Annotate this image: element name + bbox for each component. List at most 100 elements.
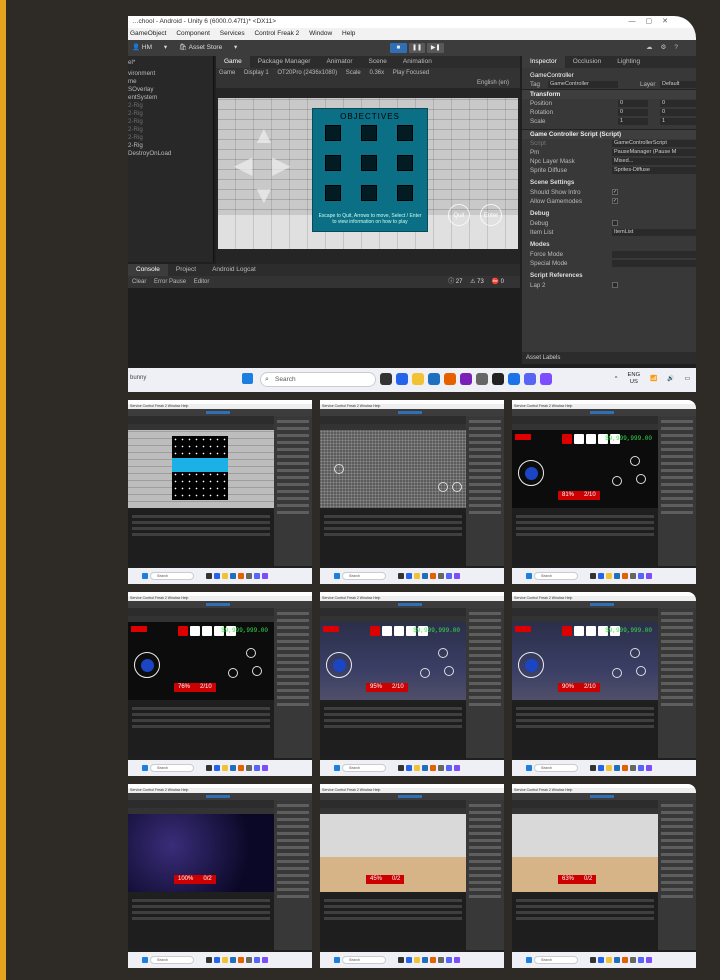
tray-chevron-icon[interactable]: ^ bbox=[615, 376, 618, 383]
wifi-icon[interactable]: 📶 bbox=[650, 376, 657, 383]
error-pause-button[interactable]: Error Pause bbox=[154, 279, 186, 285]
transform-header[interactable]: Transform bbox=[522, 89, 696, 99]
action-button[interactable] bbox=[636, 666, 646, 676]
gamemodes-checkbox[interactable]: ✓ bbox=[612, 198, 618, 204]
joystick[interactable] bbox=[518, 460, 544, 486]
tab-package-manager[interactable]: Package Manager bbox=[250, 56, 319, 68]
editor-thumbnail[interactable]: Service Control Freak 2 Window Help $9,99… bbox=[512, 592, 696, 776]
action-button[interactable] bbox=[612, 668, 622, 678]
lap-checkbox[interactable] bbox=[612, 282, 618, 288]
firefox-icon[interactable] bbox=[444, 373, 456, 385]
inventory-slot[interactable] bbox=[370, 626, 380, 636]
editor-thumbnail[interactable]: Service Control Freak 2 Window Help $9,99… bbox=[320, 592, 504, 776]
arrow-up-icon[interactable]: ▲ bbox=[252, 124, 276, 148]
play-mode-dropdown[interactable]: Play Focused bbox=[393, 70, 429, 76]
tab-game[interactable]: Game bbox=[216, 56, 250, 68]
field-value[interactable]: Sprites-Diffuse bbox=[612, 167, 696, 174]
tab-android-logcat[interactable]: Android Logcat bbox=[204, 264, 264, 276]
inventory-slot[interactable] bbox=[586, 434, 596, 444]
tab-inspector[interactable]: Inspector bbox=[522, 56, 565, 68]
language-indicator[interactable]: ENG US bbox=[628, 372, 641, 386]
action-button[interactable] bbox=[420, 668, 430, 678]
inventory-slot[interactable] bbox=[586, 626, 596, 636]
inventory-slot[interactable] bbox=[190, 626, 200, 636]
visual-studio-icon[interactable] bbox=[540, 373, 552, 385]
arrow-right-icon[interactable]: ▶ bbox=[272, 154, 290, 178]
editor-thumbnail[interactable]: Service Control Freak 2 Window Help Searc… bbox=[320, 400, 504, 584]
inventory-slot[interactable] bbox=[562, 626, 572, 636]
layer-dropdown[interactable]: Default bbox=[660, 81, 696, 88]
hier-item[interactable]: 2-Rig bbox=[128, 118, 213, 126]
action-button[interactable] bbox=[252, 666, 262, 676]
unity-icon[interactable] bbox=[492, 373, 504, 385]
tab-occlusion[interactable]: Occlusion bbox=[565, 56, 610, 68]
editor-thumbnail[interactable]: Service Control Freak 2 Window Help Searc… bbox=[128, 400, 312, 584]
menu-control-freak[interactable]: Control Freak 2 bbox=[254, 30, 299, 37]
action-button[interactable] bbox=[246, 648, 256, 658]
clear-button[interactable]: Clear bbox=[132, 279, 146, 285]
menu-component[interactable]: Component bbox=[176, 30, 210, 37]
game-view[interactable]: ▲ ◀ ▶ ▼ OBJECTIVES Escape to Quit, Arrow… bbox=[218, 98, 518, 249]
editor-thumbnail[interactable]: Service Control Freak 2 Window Help 63% 0/… bbox=[512, 784, 696, 968]
thumb-button[interactable] bbox=[334, 464, 344, 474]
object-name[interactable]: GameController bbox=[522, 71, 696, 80]
objective-slot[interactable] bbox=[397, 155, 413, 171]
menu-gameobject[interactable]: GameObject bbox=[130, 30, 167, 37]
window-controls[interactable]: —▢✕ bbox=[629, 16, 678, 28]
system-tray[interactable]: ^ ENG US 📶 🔊 ▭ bbox=[615, 372, 690, 386]
hier-item[interactable]: DestroyOnLoad bbox=[128, 150, 213, 158]
rotation-x[interactable]: 0 bbox=[618, 109, 648, 116]
inventory-slot[interactable] bbox=[574, 626, 584, 636]
game-mode-dropdown[interactable]: Game bbox=[219, 70, 235, 76]
resolution-dropdown[interactable]: OT20Pro (2436x1080) bbox=[277, 70, 337, 76]
discord-icon[interactable] bbox=[524, 373, 536, 385]
inventory-slot[interactable] bbox=[574, 434, 584, 444]
pause-button[interactable]: ❚❚ bbox=[408, 43, 426, 53]
taskbar-search[interactable]: ⌕ Search bbox=[260, 372, 376, 387]
account-button[interactable]: 👤 HM ▾ bbox=[132, 44, 167, 51]
asset-labels[interactable]: Asset Labels bbox=[522, 352, 696, 364]
arrow-down-icon[interactable]: ▼ bbox=[252, 184, 276, 208]
item-list-value[interactable]: ItemList bbox=[612, 229, 696, 236]
windows-start-icon[interactable] bbox=[242, 373, 253, 384]
task-view-icon[interactable] bbox=[380, 373, 392, 385]
battery-icon[interactable]: ▭ bbox=[685, 376, 690, 383]
position-y[interactable]: 0 bbox=[660, 100, 696, 107]
intro-checkbox[interactable]: ✓ bbox=[612, 189, 618, 195]
inventory-slot[interactable] bbox=[382, 626, 392, 636]
action-button[interactable] bbox=[630, 648, 640, 658]
joystick[interactable] bbox=[134, 652, 160, 678]
store-icon[interactable] bbox=[428, 373, 440, 385]
force-mode-value[interactable] bbox=[612, 251, 696, 258]
objective-slot[interactable] bbox=[325, 185, 341, 201]
scale-value[interactable]: 0.36x bbox=[369, 70, 384, 76]
thumb-button[interactable] bbox=[452, 482, 462, 492]
tag-dropdown[interactable]: GameController bbox=[548, 81, 618, 88]
inventory-slot[interactable] bbox=[562, 434, 572, 444]
tab-lighting[interactable]: Lighting bbox=[609, 56, 648, 68]
menu-services[interactable]: Services bbox=[220, 30, 245, 37]
hier-item[interactable]: 2-Rig bbox=[128, 110, 213, 118]
app-icon[interactable] bbox=[460, 373, 472, 385]
hier-item[interactable]: 2-Rig bbox=[128, 102, 213, 110]
objective-slot[interactable] bbox=[361, 155, 377, 171]
objective-slot[interactable] bbox=[325, 155, 341, 171]
thumb-button[interactable] bbox=[438, 482, 448, 492]
error-count[interactable]: 0 bbox=[501, 279, 504, 285]
editor-thumbnail[interactable]: Service Control Freak 2 Window Help 45% 0/… bbox=[320, 784, 504, 968]
hier-item[interactable]: me bbox=[128, 78, 213, 86]
menu-help[interactable]: Help bbox=[342, 30, 355, 37]
inventory-slot[interactable] bbox=[178, 626, 188, 636]
objective-slot[interactable] bbox=[397, 125, 413, 141]
step-button[interactable]: ▶❚ bbox=[427, 43, 445, 53]
action-button[interactable] bbox=[438, 648, 448, 658]
language-dropdown[interactable]: English (en) bbox=[477, 80, 509, 86]
scale-y[interactable]: 1 bbox=[660, 118, 696, 125]
tab-animator[interactable]: Animator bbox=[318, 56, 360, 68]
tab-console[interactable]: Console bbox=[128, 264, 168, 276]
debug-checkbox[interactable] bbox=[612, 220, 618, 226]
position-x[interactable]: 0 bbox=[618, 100, 648, 107]
editor-thumbnail[interactable]: Service Control Freak 2 Window Help $9,99… bbox=[128, 592, 312, 776]
hier-item[interactable]: entSystem bbox=[128, 94, 213, 102]
hier-item[interactable]: vironment bbox=[128, 70, 213, 78]
